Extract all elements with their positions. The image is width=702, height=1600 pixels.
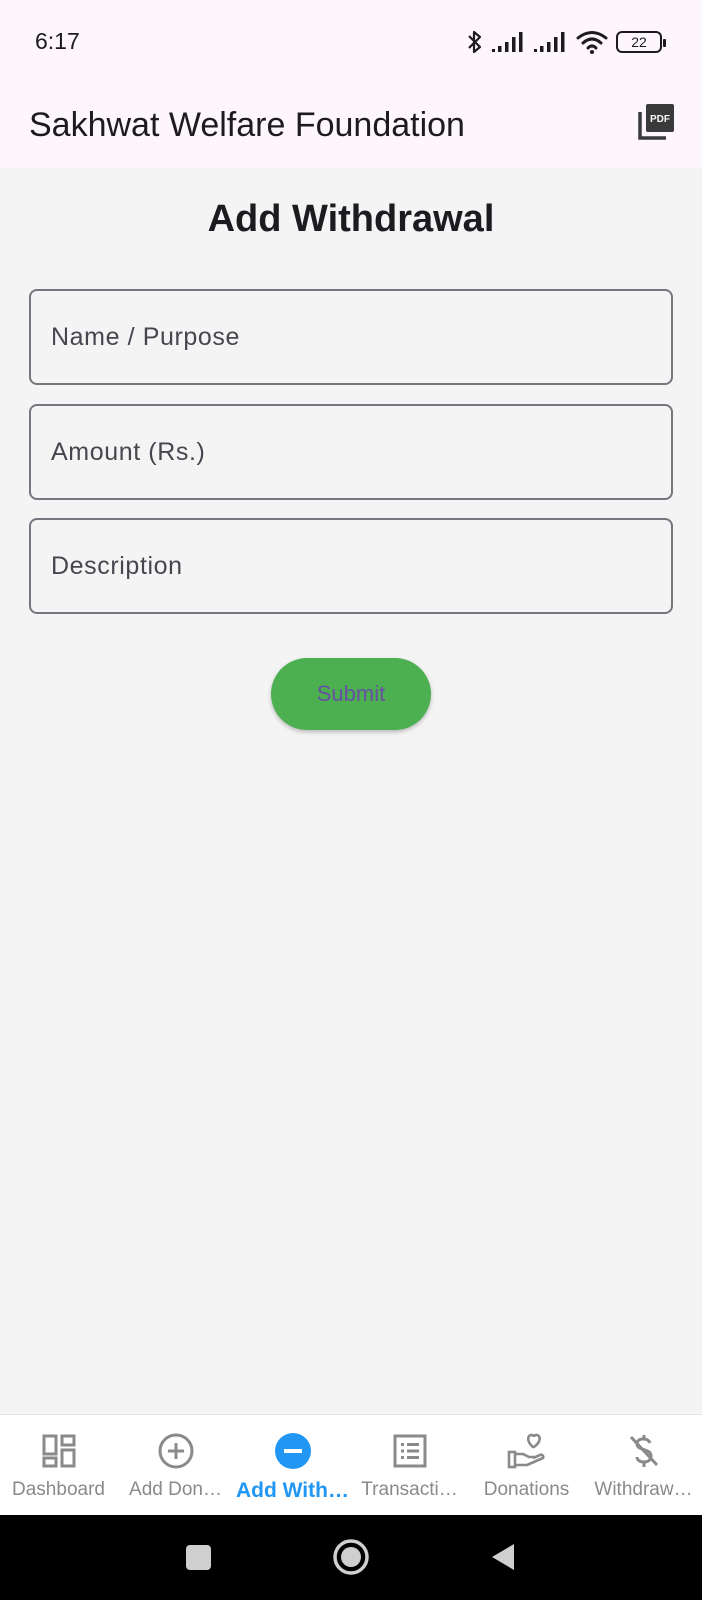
dashboard-icon — [42, 1434, 75, 1468]
status-time: 6:17 — [35, 28, 80, 54]
battery-icon: 22 — [616, 31, 666, 53]
system-nav-bar — [0, 1515, 702, 1600]
hand-heart-icon — [507, 1433, 545, 1469]
submit-button[interactable]: Submit — [271, 658, 431, 730]
nav-item-donations[interactable]: Donations — [468, 1415, 585, 1515]
battery-level: 22 — [631, 34, 647, 50]
description-field[interactable] — [29, 518, 673, 614]
add-circle-icon — [158, 1433, 193, 1469]
pdf-icon: PDF — [638, 104, 674, 140]
nav-label-add-withdrawal: Add With… — [236, 1479, 349, 1502]
nav-label-add-donation: Add Don… — [129, 1479, 222, 1500]
status-icons: 22 — [466, 26, 666, 58]
wifi-icon — [576, 31, 608, 54]
nav-label-donations: Donations — [483, 1479, 570, 1500]
page-title: Add Withdrawal — [207, 198, 495, 240]
recents-button[interactable] — [185, 1544, 212, 1571]
svg-text:PDF: PDF — [650, 114, 670, 125]
name-purpose-field[interactable] — [29, 289, 673, 385]
home-button[interactable] — [332, 1538, 370, 1576]
pdf-export-button[interactable]: PDF — [632, 98, 680, 146]
nav-label-transactions: Transacti… — [361, 1479, 458, 1500]
nav-item-add-withdrawal[interactable]: Add With… — [234, 1415, 351, 1515]
nav-label-dashboard: Dashboard — [12, 1479, 105, 1500]
nav-item-add-donation[interactable]: Add Don… — [117, 1415, 234, 1515]
name-purpose-input[interactable] — [31, 291, 671, 383]
description-input[interactable] — [31, 520, 671, 612]
bottom-nav: Dashboard Add Don… Add With… Transacti… … — [0, 1414, 702, 1515]
app-title: Sakhwat Welfare Foundation — [29, 106, 465, 144]
nav-item-transactions[interactable]: Transacti… — [351, 1415, 468, 1515]
back-button[interactable] — [490, 1542, 516, 1572]
app-bar: Sakhwat Welfare Foundation PDF — [0, 84, 702, 168]
bluetooth-icon — [468, 30, 482, 54]
amount-field[interactable] — [29, 404, 673, 500]
nav-label-withdrawals: Withdraw… — [594, 1479, 693, 1500]
money-off-icon — [629, 1435, 658, 1467]
remove-circle-icon — [274, 1433, 311, 1469]
amount-input[interactable] — [31, 406, 671, 498]
list-icon — [393, 1434, 426, 1468]
nav-item-withdrawals[interactable]: Withdraw… — [585, 1415, 702, 1515]
signal-icon — [492, 32, 523, 52]
status-bar: 6:17 22 — [0, 0, 702, 84]
signal-icon-2 — [534, 32, 565, 52]
nav-item-dashboard[interactable]: Dashboard — [0, 1415, 117, 1515]
